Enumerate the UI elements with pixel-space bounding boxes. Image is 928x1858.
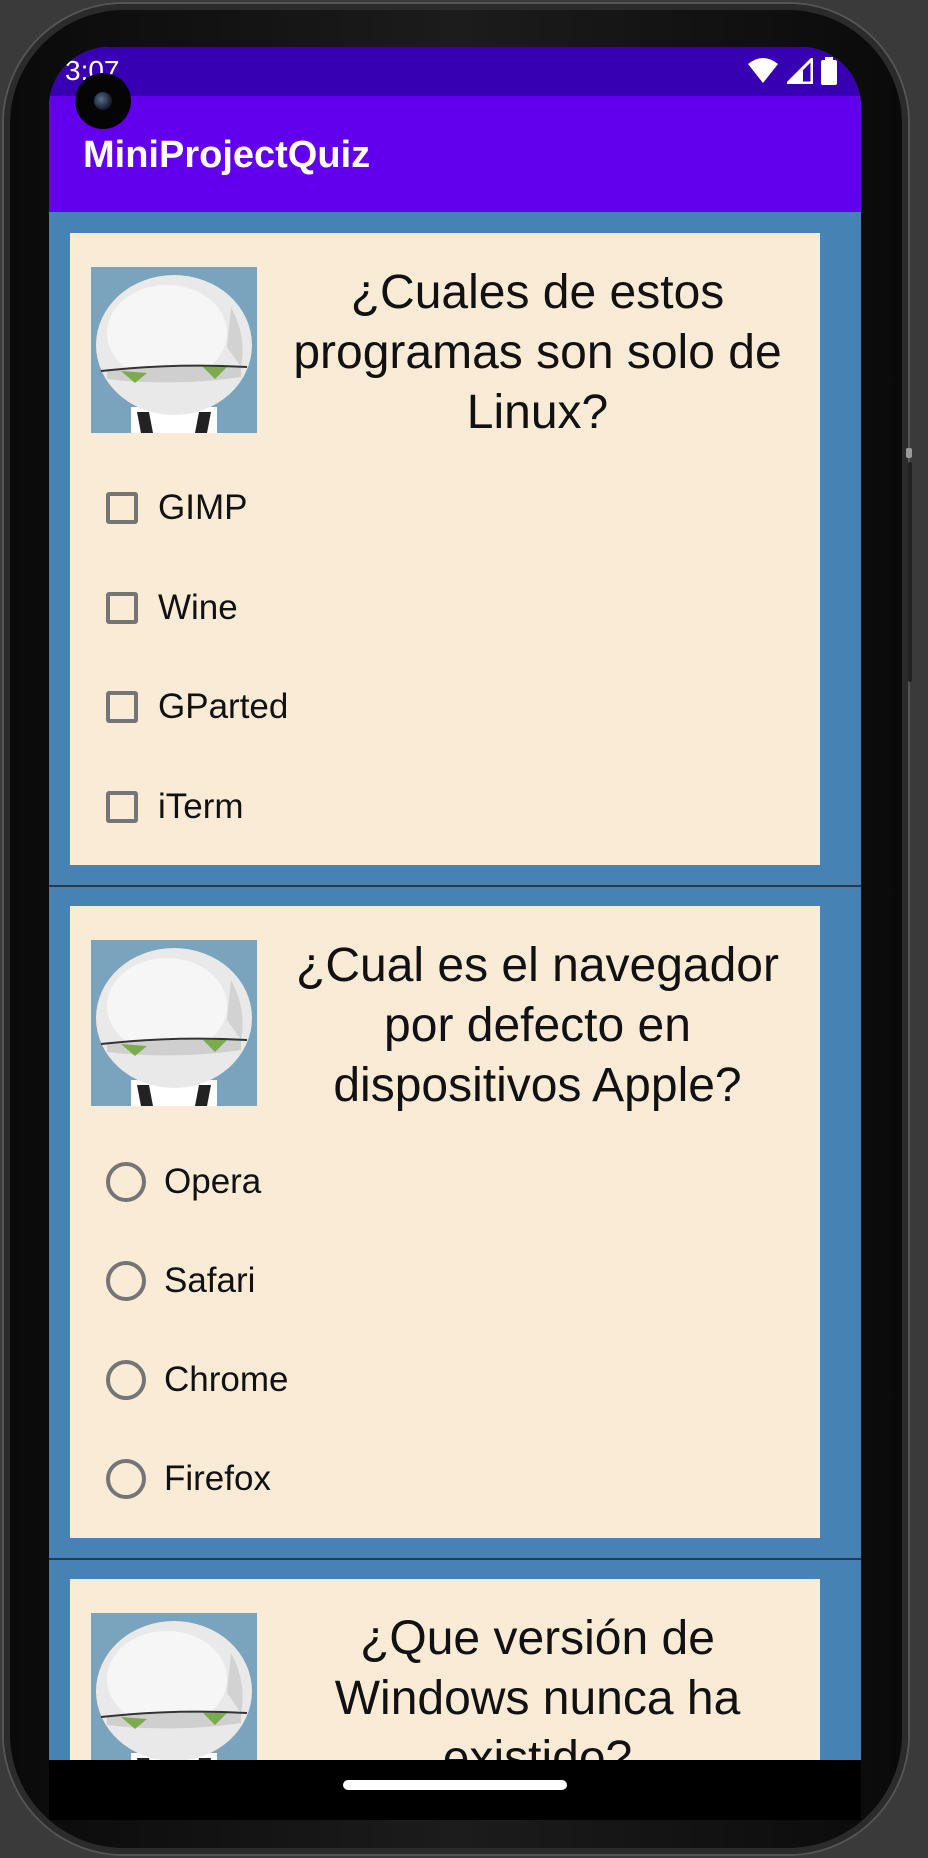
status-icons: [747, 57, 837, 85]
radio-button[interactable]: [106, 1459, 146, 1499]
option-safari[interactable]: Safari: [106, 1251, 255, 1311]
option-gparted[interactable]: GParted: [106, 677, 288, 737]
option-label: Wine: [158, 588, 238, 627]
quiz-list[interactable]: ¿Cuales de estos programas son solo de L…: [49, 212, 861, 1760]
question-text: ¿Cual es el navegador por defecto en dis…: [296, 939, 779, 1112]
option-label: Firefox: [164, 1459, 271, 1498]
option-gimp[interactable]: GIMP: [106, 478, 247, 538]
app-title: MiniProjectQuiz: [83, 134, 371, 176]
app-bar: MiniProjectQuiz: [49, 96, 861, 212]
checkbox[interactable]: [106, 592, 138, 624]
radio-button[interactable]: [106, 1162, 146, 1202]
battery-icon: [821, 57, 837, 85]
robot-avatar-image: [91, 267, 257, 433]
question-text: ¿Que versión de Windows nunca ha existid…: [334, 1612, 741, 1760]
radio-button[interactable]: [106, 1261, 146, 1301]
option-label: Safari: [164, 1261, 256, 1300]
front-camera: [75, 73, 131, 129]
question-card-1: ¿Cuales de estos programas son solo de L…: [70, 233, 820, 865]
option-firefox[interactable]: Firefox: [106, 1449, 271, 1509]
option-label: Opera: [164, 1162, 262, 1201]
question-text: ¿Cuales de estos programas son solo de L…: [293, 266, 782, 439]
wifi-icon: [748, 58, 778, 83]
navigation-bar: [49, 1760, 861, 1820]
question-card-2: ¿Cual es el navegador por defecto en dis…: [70, 906, 820, 1538]
screen: 3:07 MiniProjectQuiz ¿Cuales de estos pr…: [49, 47, 861, 1760]
option-opera[interactable]: Opera: [106, 1152, 261, 1212]
avatar: [91, 267, 257, 433]
signal-icon: [787, 58, 813, 84]
home-gesture-handle[interactable]: [343, 1780, 567, 1790]
question-card-3: ¿Que versión de Windows nunca ha existid…: [70, 1579, 820, 1760]
radio-button[interactable]: [106, 1360, 146, 1400]
avatar: [91, 1613, 257, 1760]
option-label: Chrome: [164, 1360, 289, 1399]
robot-avatar-image: [91, 1613, 257, 1760]
option-iterm[interactable]: iTerm: [106, 777, 244, 837]
status-bar: 3:07: [49, 47, 861, 96]
robot-avatar-image: [91, 940, 257, 1106]
divider: [49, 885, 861, 887]
checkbox[interactable]: [106, 492, 138, 524]
option-chrome[interactable]: Chrome: [106, 1350, 288, 1410]
power-button: [906, 448, 912, 458]
avatar: [91, 940, 257, 1106]
checkbox[interactable]: [106, 791, 138, 823]
option-wine[interactable]: Wine: [106, 578, 238, 638]
checkbox[interactable]: [106, 691, 138, 723]
option-label: GIMP: [158, 488, 248, 527]
divider: [49, 1558, 861, 1560]
volume-button: [908, 462, 912, 682]
option-label: GParted: [158, 687, 289, 726]
option-label: iTerm: [158, 787, 244, 826]
